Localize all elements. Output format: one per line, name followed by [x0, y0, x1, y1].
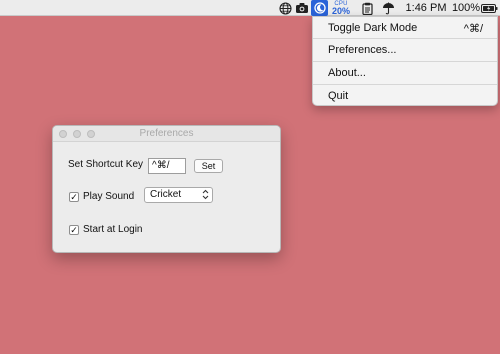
menu-item-label: Quit: [328, 90, 349, 102]
play-sound-checkbox[interactable]: ✓: [69, 192, 79, 202]
battery-percent[interactable]: 100%: [452, 0, 480, 16]
globe-icon[interactable]: [277, 0, 293, 16]
status-menu: Toggle Dark Mode ^⌘/ Preferences... Abou…: [312, 16, 498, 106]
preferences-window: Preferences Set Shortcut Key ^⌘/ Set ✓ P…: [52, 125, 281, 253]
play-sound-label: Play Sound: [83, 191, 135, 202]
menu-item-label: Toggle Dark Mode: [328, 22, 418, 34]
start-at-login-checkbox[interactable]: ✓: [69, 225, 79, 235]
camera-icon[interactable]: [294, 0, 310, 16]
menu-item-quit[interactable]: Quit: [313, 87, 497, 105]
menu-separator: [313, 38, 497, 39]
start-at-login-label: Start at Login: [83, 224, 143, 235]
chevron-up-down-icon: [202, 189, 209, 205]
menu-item-label: About...: [328, 67, 366, 79]
menu-item-toggle-dark-mode[interactable]: Toggle Dark Mode ^⌘/: [313, 19, 497, 37]
window-title: Preferences: [139, 128, 194, 139]
sound-select[interactable]: Cricket: [144, 187, 213, 203]
window-titlebar[interactable]: Preferences: [53, 126, 280, 142]
shortcut-key-label: Set Shortcut Key: [68, 159, 144, 170]
battery-icon[interactable]: [480, 0, 498, 16]
cpu-value: 20%: [331, 5, 350, 16]
menu-item-label: Preferences...: [328, 44, 397, 56]
menu-item-preferences[interactable]: Preferences...: [313, 41, 497, 59]
shortcut-key-field[interactable]: ^⌘/: [148, 158, 186, 174]
menu-bar: CPU 20% 1:46 PM 100%: [0, 0, 500, 16]
menu-separator: [313, 61, 497, 62]
menu-item-about[interactable]: About...: [313, 64, 497, 82]
clock[interactable]: 1:46 PM: [405, 0, 447, 16]
cpu-monitor[interactable]: CPU 20%: [329, 0, 353, 16]
clipboard-icon[interactable]: [359, 0, 375, 16]
dark-mode-moon-icon[interactable]: [311, 0, 328, 16]
set-shortcut-button[interactable]: Set: [194, 159, 223, 173]
menu-separator: [313, 84, 497, 85]
umbrella-icon[interactable]: [380, 0, 396, 16]
sound-select-value: Cricket: [150, 189, 182, 200]
menu-item-shortcut: ^⌘/: [463, 22, 483, 35]
